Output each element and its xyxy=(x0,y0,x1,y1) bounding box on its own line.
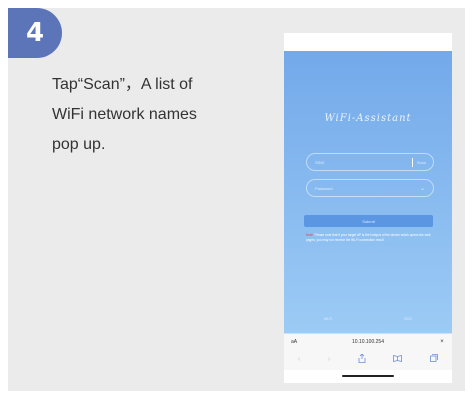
note-label: Note: xyxy=(306,233,314,237)
instruction-text: Tap“Scan”，A list of WiFi network names p… xyxy=(52,76,197,153)
url-text[interactable]: 10.10.100.254 xyxy=(304,339,432,345)
forward-icon[interactable]: › xyxy=(328,356,330,363)
footer-right[interactable]: DOC xyxy=(404,317,412,321)
chevron-down-icon[interactable]: ⌄ xyxy=(420,185,433,192)
ssid-field[interactable]: SSID Scan xyxy=(306,153,434,171)
field-divider xyxy=(411,157,413,167)
scan-button[interactable]: Scan xyxy=(417,160,433,165)
bookmarks-icon[interactable] xyxy=(393,354,403,364)
home-indicator xyxy=(342,375,394,377)
step-badge: 4 xyxy=(8,8,62,58)
close-icon[interactable]: × xyxy=(432,339,452,345)
tabs-icon[interactable] xyxy=(430,354,439,364)
submit-button[interactable]: Submit xyxy=(304,215,433,227)
app-footer: Wi-Fi DOC xyxy=(284,317,452,321)
app-screen: WiFi-Assistant SSID Scan Password ⌄ Subm… xyxy=(284,51,452,333)
note-body: Please note that if your target AP is th… xyxy=(306,233,431,242)
instruction-card: 4 Tap“Scan”，A list of WiFi network names… xyxy=(8,8,465,391)
share-icon[interactable] xyxy=(358,352,366,365)
back-icon[interactable]: ‹ xyxy=(298,356,300,363)
note-text: Note: Please note that if your target AP… xyxy=(306,233,436,243)
password-placeholder: Password xyxy=(315,185,333,191)
app-title: WiFi-Assistant xyxy=(324,113,412,124)
ssid-placeholder: SSID xyxy=(315,159,325,165)
text-size-button[interactable]: aA xyxy=(284,339,304,345)
browser-url-bar[interactable]: aA 10.10.100.254 × xyxy=(284,333,452,349)
browser-toolbar: ‹ › xyxy=(284,348,452,370)
phone-screenshot: WiFi-Assistant SSID Scan Password ⌄ Subm… xyxy=(284,33,452,383)
status-bar xyxy=(284,33,452,51)
password-field[interactable]: Password ⌄ xyxy=(306,179,434,197)
footer-left[interactable]: Wi-Fi xyxy=(324,317,332,321)
